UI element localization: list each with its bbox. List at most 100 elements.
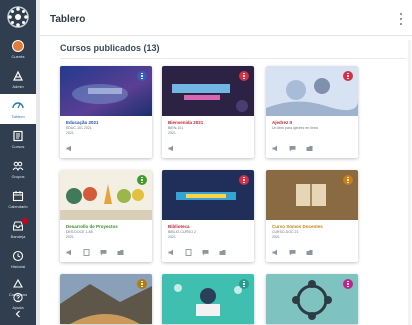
- files-icon[interactable]: [306, 145, 313, 152]
- files-icon[interactable]: [306, 249, 313, 256]
- course-card-hero[interactable]: [162, 274, 254, 324]
- course-card-hero[interactable]: [162, 170, 254, 220]
- course-card-actions: [66, 145, 73, 152]
- nav-dashboard[interactable]: Tablero: [0, 94, 36, 124]
- calendar-icon: [12, 190, 24, 201]
- assignments-icon[interactable]: [185, 249, 192, 256]
- course-card-hero[interactable]: [266, 274, 358, 324]
- nav-calendar-label: Calendario: [8, 203, 28, 209]
- kebab-dot: [141, 176, 143, 179]
- course-card-options[interactable]: [239, 71, 249, 81]
- files-icon[interactable]: [219, 249, 226, 256]
- kebab-dot: [400, 18, 402, 20]
- page-title: Tablero: [50, 14, 86, 25]
- announcements-icon[interactable]: [66, 145, 73, 152]
- groups-icon: [12, 161, 24, 171]
- chevron-left-icon: [15, 310, 20, 318]
- course-card[interactable]: Desarrollo de Proyectos DES-DOCE 1-4B 20…: [60, 170, 152, 262]
- nav-inbox-label: Bandeja: [10, 233, 26, 239]
- course-card-options[interactable]: [343, 71, 353, 81]
- course-card-options[interactable]: [239, 279, 249, 289]
- course-card-hero[interactable]: [266, 66, 358, 116]
- kebab-dot: [243, 75, 245, 77]
- page-header: Tablero: [40, 0, 412, 36]
- files-icon[interactable]: [117, 249, 124, 256]
- announcements-icon[interactable]: [272, 145, 279, 152]
- kebab-dot: [141, 280, 143, 283]
- course-card-hero[interactable]: [162, 66, 254, 116]
- scrollbar[interactable]: [408, 40, 411, 325]
- kebab-dot: [347, 176, 349, 179]
- announcements-icon[interactable]: [168, 145, 175, 152]
- kebab-dot: [243, 179, 245, 181]
- discussions-icon[interactable]: [202, 249, 209, 256]
- course-card-actions: [168, 145, 175, 152]
- nav-inbox[interactable]: Bandeja: [0, 214, 36, 244]
- course-card[interactable]: Biblioteca BIBLIO-CURSO 2 2021: [162, 170, 254, 262]
- assignments-icon[interactable]: [83, 249, 90, 256]
- course-card-hero[interactable]: [60, 170, 152, 220]
- kebab-dot: [243, 181, 245, 184]
- course-card-actions: [272, 145, 313, 152]
- announcements-icon[interactable]: [66, 249, 73, 256]
- course-card[interactable]: Educação 2021 EDUC-101 2021 2021: [60, 66, 152, 158]
- kebab-dot: [243, 77, 245, 80]
- announcements-icon[interactable]: [168, 249, 175, 256]
- dashboard-options-button[interactable]: [398, 13, 404, 25]
- kebab-dot: [347, 285, 349, 288]
- course-card[interactable]: [162, 274, 254, 324]
- main-content: Tablero Cursos publicados (13) Educação …: [40, 0, 412, 325]
- course-term: 2021: [168, 131, 176, 135]
- course-card[interactable]: [266, 274, 358, 324]
- course-card[interactable]: [60, 274, 152, 324]
- collapse-nav-button[interactable]: [0, 307, 36, 321]
- inbox-unread-badge: [22, 218, 28, 224]
- commons-icon: [13, 278, 23, 288]
- kebab-dot: [347, 75, 349, 77]
- course-card-hero[interactable]: [60, 274, 152, 324]
- kebab-dot: [347, 179, 349, 181]
- course-card-actions: [168, 249, 226, 256]
- course-card[interactable]: Curso Somos Docentes CURSO-DOC 21 2021: [266, 170, 358, 262]
- course-card[interactable]: Bienvenida 2021 BIEN-101 2021: [162, 66, 254, 158]
- course-card-body: Educação 2021 EDUC-101 2021 2021: [60, 116, 152, 158]
- course-term: 2021: [272, 235, 280, 239]
- nav-admin[interactable]: Admin: [0, 64, 36, 94]
- course-card[interactable]: Ajedrez II Un libro para ajedrez en líne…: [266, 66, 358, 158]
- course-card-options[interactable]: [343, 279, 353, 289]
- kebab-dot: [141, 283, 143, 285]
- nav-courses[interactable]: Cursos: [0, 124, 36, 154]
- kebab-dot: [347, 280, 349, 283]
- kebab-dot: [141, 77, 143, 80]
- discussions-icon[interactable]: [289, 145, 296, 152]
- course-card-options[interactable]: [137, 175, 147, 185]
- nav-calendar[interactable]: Calendario: [0, 184, 36, 214]
- kebab-dot: [243, 283, 245, 285]
- course-card-hero[interactable]: [60, 66, 152, 116]
- canvas-logo[interactable]: [7, 6, 29, 28]
- course-card-body: Bienvenida 2021 BIEN-101 2021: [162, 116, 254, 158]
- nav-groups[interactable]: Grupos: [0, 154, 36, 184]
- kebab-dot: [141, 75, 143, 77]
- course-card-options[interactable]: [137, 71, 147, 81]
- kebab-dot: [347, 77, 349, 80]
- announcements-icon[interactable]: [272, 249, 279, 256]
- discussions-icon[interactable]: [100, 249, 107, 256]
- course-card-options[interactable]: [239, 175, 249, 185]
- discussions-icon[interactable]: [289, 249, 296, 256]
- nav-account[interactable]: Cuenta: [0, 34, 36, 64]
- history-icon: [12, 250, 24, 261]
- course-card-options[interactable]: [137, 279, 147, 289]
- course-card-options[interactable]: [343, 175, 353, 185]
- kebab-dot: [400, 13, 402, 15]
- kebab-dot: [243, 72, 245, 75]
- account-avatar: [12, 39, 24, 52]
- kebab-dot: [243, 280, 245, 283]
- course-card-hero[interactable]: [266, 170, 358, 220]
- dashboard-icon: [12, 101, 24, 108]
- kebab-dot: [400, 23, 402, 25]
- nav-history[interactable]: Historial: [0, 244, 36, 274]
- nav-courses-label: Cursos: [11, 143, 25, 149]
- course-term: 2021: [168, 235, 176, 239]
- kebab-dot: [347, 181, 349, 184]
